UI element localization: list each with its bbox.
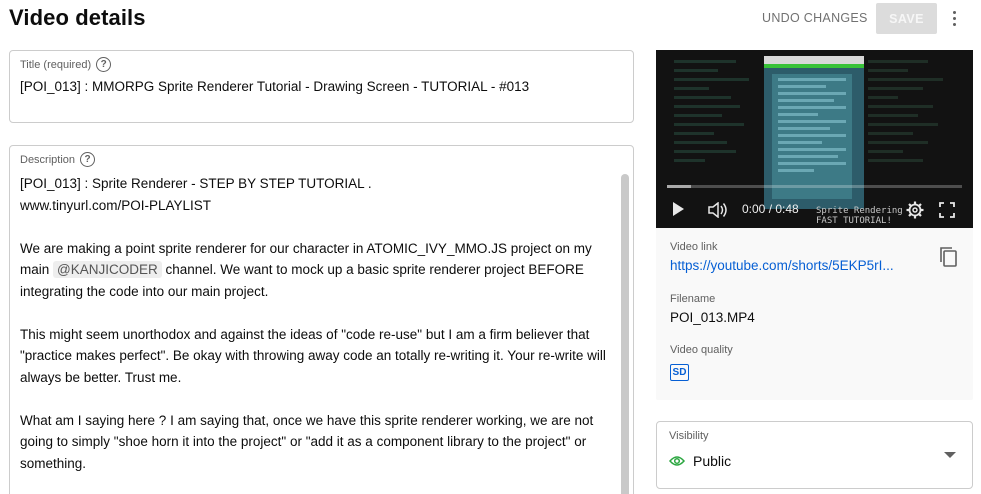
sd-quality-icon: SD [670,364,689,381]
more-dot [952,16,956,20]
more-dot [952,22,956,26]
video-info-card: Sprite Rendering FAST TUTORIAL! 0:00 / 0:… [656,50,973,400]
visibility-value-text: Public [693,453,732,469]
volume-icon[interactable] [708,202,728,218]
video-overlay-text: Sprite Rendering FAST TUTORIAL! [816,206,903,226]
visibility-label: Visibility [669,430,709,442]
description-line: www.tinyurl.com/POI-PLAYLIST [20,197,212,213]
help-icon[interactable]: ? [80,152,96,167]
description-field[interactable]: Description ? [POI_013] : Sprite Rendere… [9,145,634,494]
settings-gear-icon[interactable] [906,201,924,219]
filename-label: Filename [670,293,716,305]
more-dot [952,10,956,14]
video-progress-bar[interactable] [667,185,962,188]
description-paragraph: What am I saying here ? I am saying that… [20,412,598,471]
page-title: Video details [9,5,146,30]
visibility-dropdown[interactable]: Visibility Public [656,421,973,489]
play-icon[interactable] [673,202,684,216]
description-line: [POI_013] : Sprite Renderer - STEP BY ST… [20,176,372,191]
channel-mention[interactable]: @KANJICODER [53,261,162,278]
description-blank [20,216,612,238]
video-frame-code [674,54,762,204]
title-field[interactable]: Title (required) ? [POI_013] : MMORPG Sp… [9,50,634,123]
description-scrollbar[interactable] [621,174,629,494]
undo-changes-button[interactable]: UNDO CHANGES [756,4,874,32]
description-paragraph: This might seem unorthodox and against t… [20,326,610,385]
eye-icon [669,456,685,466]
more-vert-icon[interactable] [944,8,964,28]
help-icon[interactable]: ? [96,57,112,72]
filename-value: POI_013.MP4 [670,310,755,325]
video-frame-code [868,54,968,204]
title-label-row: Title (required) ? [20,57,112,72]
save-button[interactable]: SAVE [876,3,937,34]
video-player[interactable]: Sprite Rendering FAST TUTORIAL! 0:00 / 0:… [656,50,973,228]
title-input[interactable]: [POI_013] : MMORPG Sprite Renderer Tutor… [20,79,529,94]
description-label: Description [20,153,76,166]
description-paragraph: We are making a point sprite renderer fo… [20,238,612,303]
video-quality-label: Video quality [670,344,733,356]
description-textarea[interactable]: [POI_013] : Sprite Renderer - STEP BY ST… [20,173,612,474]
description-blank [20,302,612,324]
dropdown-caret-icon[interactable] [944,452,956,458]
description-label-row: Description ? [20,152,96,167]
video-link-label: Video link [670,241,718,253]
video-time: 0:00 / 0:48 [742,202,799,216]
visibility-value: Public [669,453,731,469]
title-label: Title (required) [20,58,92,71]
fullscreen-icon[interactable] [939,202,955,218]
copy-icon[interactable] [938,246,958,268]
description-blank [20,388,612,410]
video-link[interactable]: https://youtube.com/shorts/5EKP5rI... [670,258,894,273]
